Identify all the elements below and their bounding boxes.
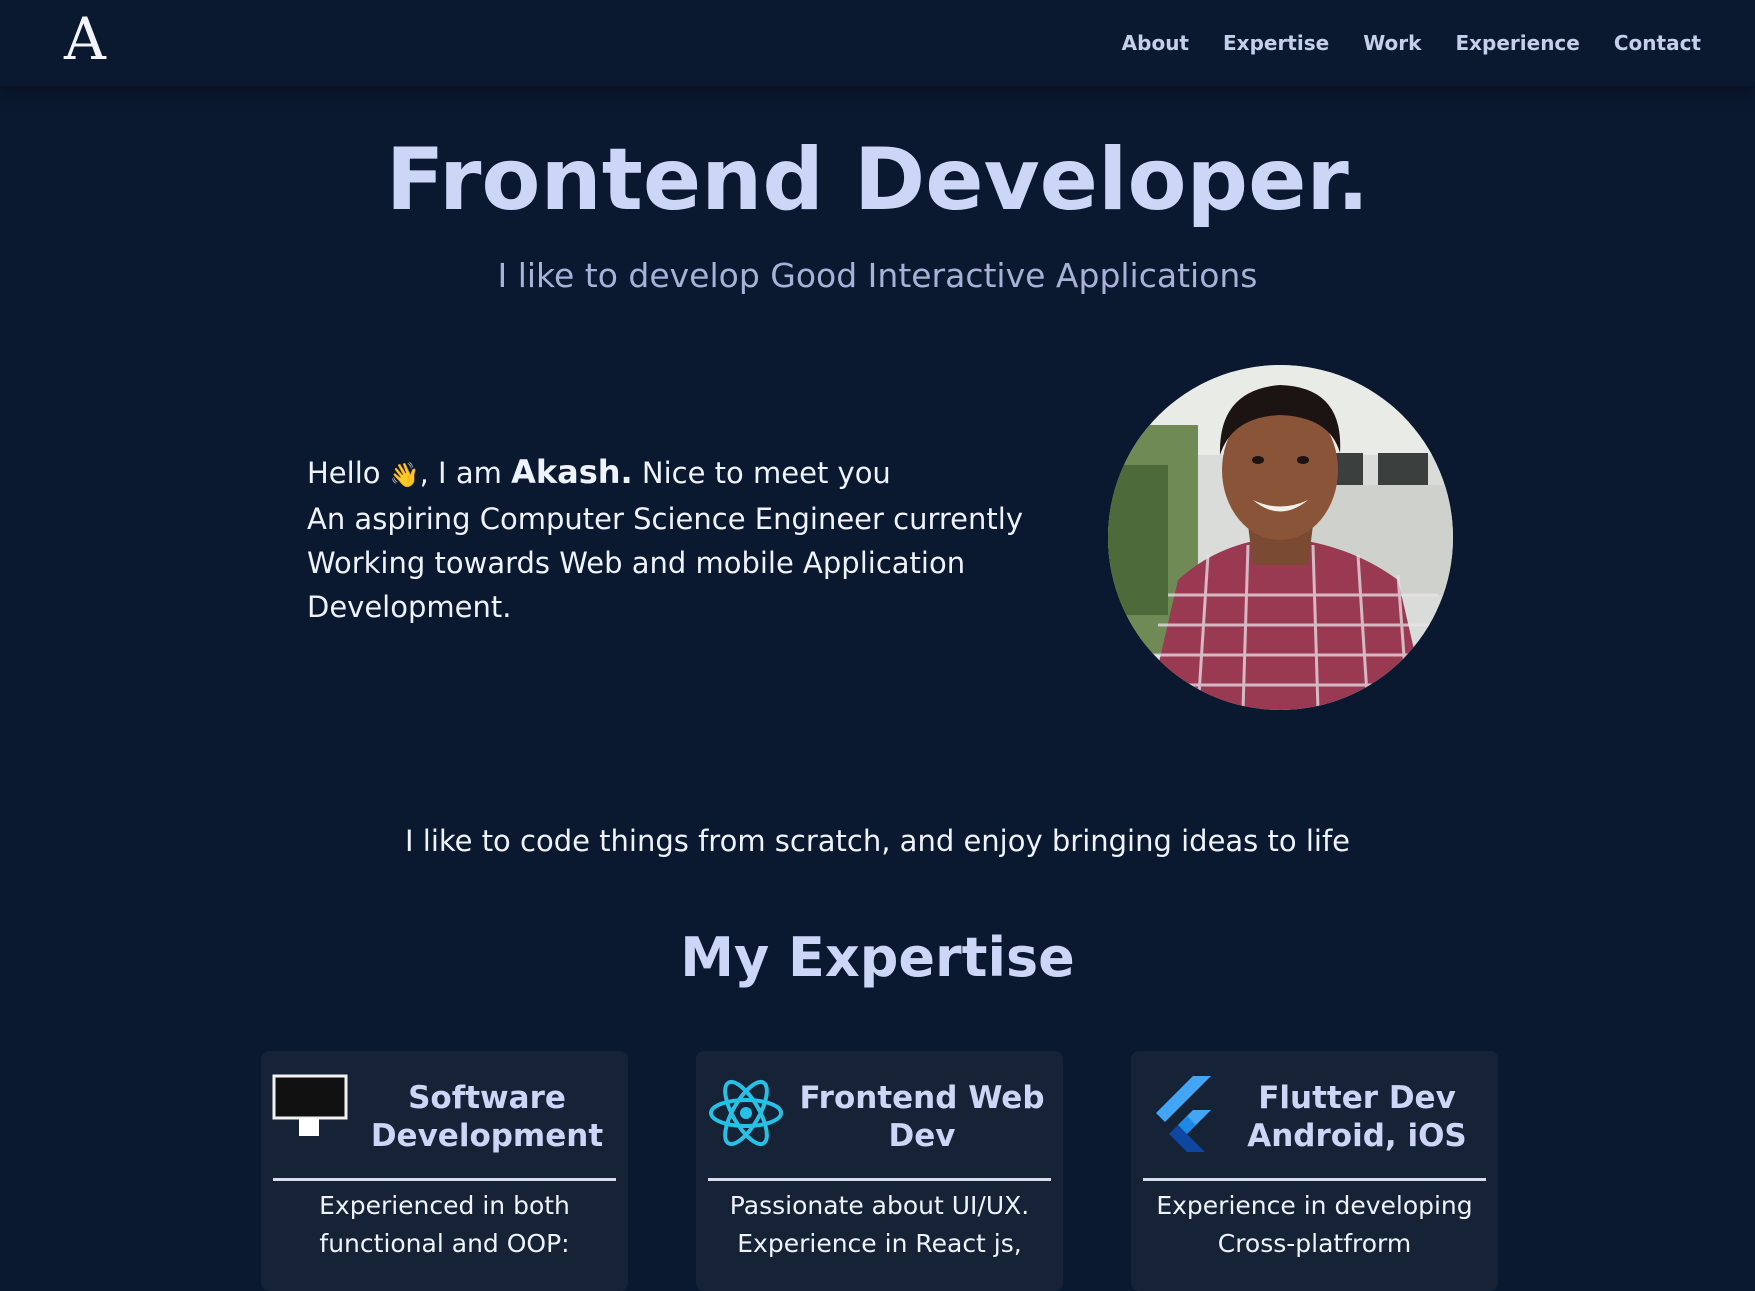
card-title-line-2: Android, iOS xyxy=(1247,1118,1467,1154)
card-title-line-2: Dev xyxy=(888,1118,956,1154)
nav-link-experience[interactable]: Experience xyxy=(1455,31,1579,55)
intro-hello: Hello xyxy=(307,456,381,490)
hero-title: Frontend Developer. xyxy=(385,130,1370,230)
card-divider xyxy=(708,1178,1051,1181)
hero-subtitle: I like to develop Good Interactive Appli… xyxy=(497,256,1258,295)
expertise-card-frontend: Frontend Web Dev Passionate about UI/UX.… xyxy=(696,1051,1063,1291)
card-title-line-1: Frontend Web xyxy=(799,1080,1045,1116)
nav-links: About Expertise Work Experience Contact xyxy=(1122,31,1701,55)
intro-nice: Nice to meet you xyxy=(641,456,891,490)
intro-line-3: Working towards Web and mobile Applicati… xyxy=(307,546,966,580)
intro-iam: , I am xyxy=(419,456,502,490)
nav-link-work[interactable]: Work xyxy=(1363,31,1421,55)
card-title-line-1: Flutter Dev xyxy=(1258,1080,1456,1116)
waving-hand-icon: 👋 xyxy=(389,461,420,489)
card-body-line-1: Experience in developing xyxy=(1156,1191,1473,1220)
profile-avatar xyxy=(1108,365,1453,710)
nav-link-contact[interactable]: Contact xyxy=(1614,31,1701,55)
card-title: Software Development xyxy=(356,1079,618,1155)
tagline: I like to code things from scratch, and … xyxy=(404,824,1351,858)
intro-greeting: Hello 👋, I am Akash. Nice to meet you xyxy=(307,450,1067,497)
card-body-line-1: Experienced in both xyxy=(319,1191,570,1220)
nav-link-about[interactable]: About xyxy=(1122,31,1189,55)
intro-line-4: Development. xyxy=(307,590,512,624)
react-icon xyxy=(706,1073,786,1153)
expertise-card-software: Software Development Experienced in both… xyxy=(261,1051,628,1291)
profile-photo xyxy=(1108,365,1453,710)
card-body-line-2: Experience in React js, xyxy=(737,1229,1022,1258)
monitor-icon xyxy=(271,1073,351,1153)
card-description: Experienced in both functional and OOP: xyxy=(271,1187,618,1263)
card-divider xyxy=(1143,1178,1486,1181)
card-title: Flutter Dev Android, iOS xyxy=(1226,1079,1488,1155)
intro-line-2: An aspiring Computer Science Engineer cu… xyxy=(307,502,1023,536)
expertise-card-flutter: Flutter Dev Android, iOS Experience in d… xyxy=(1131,1051,1498,1291)
card-body-line-2: Cross-platfrorm xyxy=(1217,1229,1412,1258)
card-body-line-1: Passionate about UI/UX. xyxy=(729,1191,1030,1220)
card-body-line-2: functional and OOP: xyxy=(319,1229,570,1258)
card-title-line-1: Software xyxy=(408,1080,566,1116)
card-title-line-2: Development xyxy=(370,1118,604,1154)
nav-link-expertise[interactable]: Expertise xyxy=(1223,31,1329,55)
card-divider xyxy=(273,1178,616,1181)
card-description: Experience in developing Cross-platfrorm xyxy=(1141,1187,1488,1263)
flutter-icon xyxy=(1141,1073,1221,1153)
card-title: Frontend Web Dev xyxy=(791,1079,1053,1155)
site-logo[interactable]: A xyxy=(64,10,106,68)
intro-text: Hello 👋, I am Akash. Nice to meet you An… xyxy=(307,450,1067,629)
expertise-title: My Expertise xyxy=(680,926,1075,989)
intro-name: Akash. xyxy=(511,453,633,491)
card-description: Passionate about UI/UX. Experience in Re… xyxy=(706,1187,1053,1263)
top-navbar: A About Expertise Work Experience Contac… xyxy=(0,0,1755,86)
